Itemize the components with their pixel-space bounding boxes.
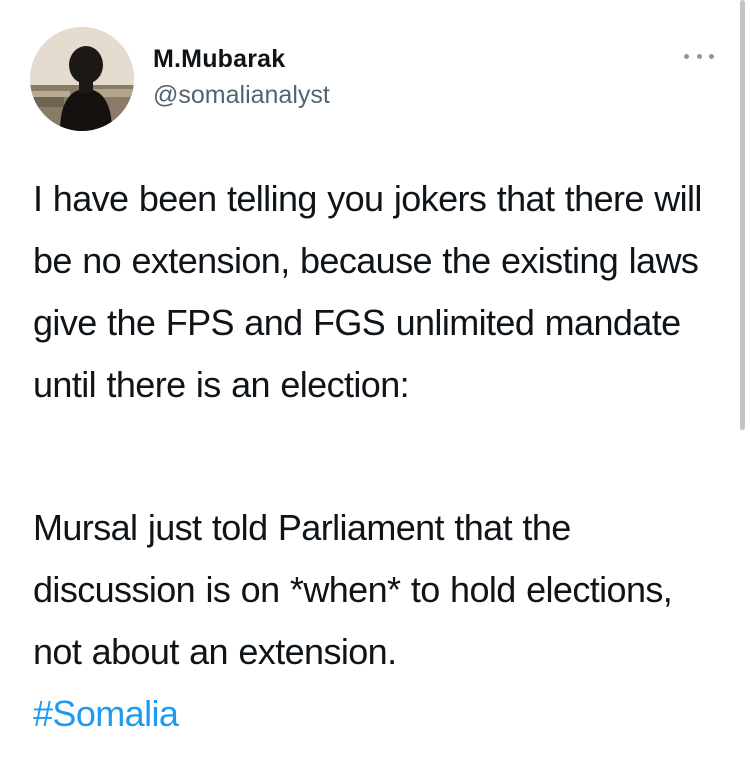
author-name[interactable]: M.Mubarak [153,44,285,74]
dot [684,53,689,59]
tweet-paragraph: Mursal just told Parliament that the dis… [33,507,673,672]
dot [709,53,714,59]
avatar[interactable] [30,27,134,131]
more-options-icon[interactable] [684,50,714,62]
author-handle[interactable]: @somalianalyst [153,80,330,110]
scrollbar[interactable] [740,0,745,430]
dot [696,53,702,59]
tweet-paragraph: I have been telling you jokers that ther… [33,178,702,405]
tweet-card: M.Mubarak @somalianalyst I have been tel… [0,0,750,770]
hashtag-link[interactable]: #Somalia [33,683,179,745]
avatar-image [30,27,134,131]
